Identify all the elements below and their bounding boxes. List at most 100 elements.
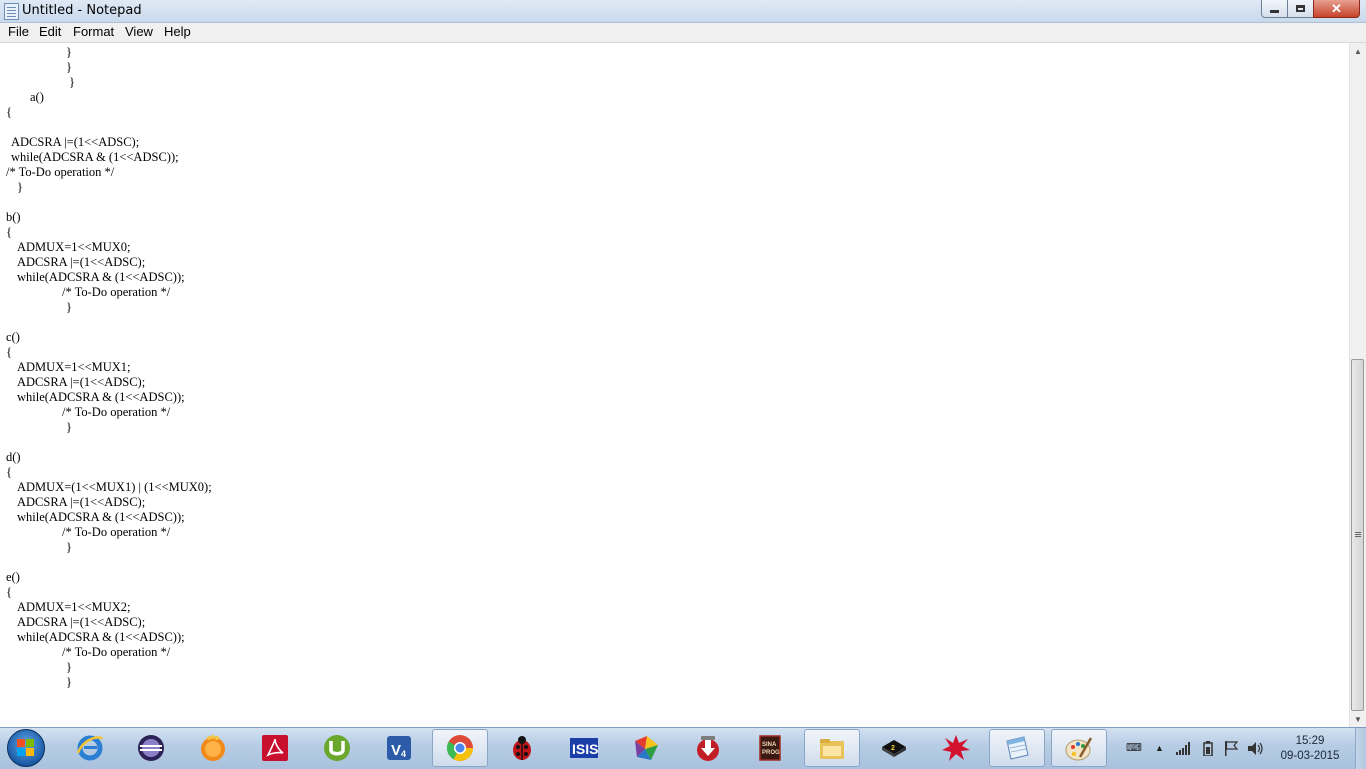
code-line: { [6, 225, 12, 239]
taskbar: V 4 ISIS SINA PROG 2 ⌨ ▲ 15:29 09-03-201… [0, 727, 1366, 769]
clock-time: 15:29 [1295, 735, 1325, 747]
minimize-button[interactable] [1261, 0, 1288, 18]
svg-text:4: 4 [401, 749, 406, 759]
window-title: Untitled - Notepad [22, 3, 142, 18]
code-line: { [6, 105, 12, 119]
code-line: ADMUX=1<<MUX2; [17, 600, 131, 614]
taskbar-colorful-app[interactable] [618, 729, 674, 767]
file-explorer-icon [820, 739, 844, 759]
downloader-icon [697, 736, 719, 761]
code-line: while(ADCSRA & (1<<ADSC)); [17, 630, 185, 644]
utorrent-icon [324, 735, 350, 761]
svg-text:PROG: PROG [762, 750, 780, 756]
system-clock[interactable]: 15:29 09-03-2015 [1270, 734, 1350, 764]
code-line: } [66, 300, 72, 314]
show-desktop-button[interactable] [1355, 728, 1366, 769]
text-editor-area[interactable]: } } } a() { ADCSRA |=(1<<ADSC); while(AD… [0, 43, 1349, 727]
visual-micro-icon: V 4 [387, 736, 411, 760]
code-line: } [66, 60, 72, 74]
code-line: } [69, 75, 75, 89]
taskbar-isis[interactable]: ISIS [556, 729, 612, 767]
code-line: { [6, 345, 12, 359]
code-line: } [17, 180, 23, 194]
scrollbar-thumb[interactable] [1351, 359, 1364, 711]
isis-icon: ISIS [570, 738, 598, 758]
code-line: while(ADCSRA & (1<<ADSC)); [17, 390, 185, 404]
taskbar-ladybug-app[interactable] [494, 729, 550, 767]
volume-icon[interactable] [1248, 741, 1264, 756]
code-line: } [66, 420, 72, 434]
code-line: ADCSRA |=(1<<ADSC); [11, 135, 140, 149]
taskbar-file-explorer[interactable] [804, 729, 860, 767]
taskbar-chip-app[interactable]: 2 [866, 729, 922, 767]
taskbar-downloader[interactable] [680, 729, 736, 767]
chip-icon: 2 [882, 740, 906, 757]
restore-icon [1296, 5, 1305, 12]
burst-icon [942, 735, 970, 761]
code-line: } [66, 675, 72, 689]
ladybug-icon [513, 736, 531, 760]
chrome-icon [446, 735, 474, 762]
colorful-app-icon [635, 736, 658, 760]
taskbar-eclipse[interactable] [123, 729, 179, 767]
close-button[interactable]: ✕ [1313, 0, 1360, 18]
code-line: /* To-Do operation */ [6, 165, 115, 179]
taskbar-notepad[interactable] [989, 729, 1045, 767]
code-line: ADCSRA |=(1<<ADSC); [17, 255, 146, 269]
code-line: { [6, 465, 12, 479]
menu-file[interactable]: File [6, 24, 31, 39]
code-line: /* To-Do operation */ [62, 645, 171, 659]
code-line: /* To-Do operation */ [62, 405, 171, 419]
scroll-up-arrow-icon[interactable]: ▲ [1350, 43, 1366, 59]
code-line: } [66, 45, 72, 59]
menu-help[interactable]: Help [162, 24, 193, 39]
code-line: { [6, 585, 12, 599]
minimize-icon [1270, 10, 1279, 13]
taskbar-utorrent[interactable] [309, 729, 365, 767]
menu-view[interactable]: View [123, 24, 155, 39]
clock-date: 09-03-2015 [1280, 750, 1340, 762]
taskbar-internet-explorer[interactable] [62, 729, 118, 767]
taskbar-adobe-reader[interactable] [247, 729, 303, 767]
notepad-icon [1006, 736, 1029, 760]
code-line: ADCSRA |=(1<<ADSC); [17, 375, 146, 389]
menu-bar: File Edit Format View Help [0, 23, 1366, 43]
sinaprog-icon: SINA PROG [759, 735, 781, 761]
scroll-down-arrow-icon[interactable]: ▼ [1350, 711, 1366, 727]
code-line: c() [6, 330, 20, 344]
code-line: e() [6, 570, 20, 584]
code-line: b() [6, 210, 21, 224]
svg-text:2: 2 [891, 745, 895, 752]
code-line: /* To-Do operation */ [62, 285, 171, 299]
taskbar-paint[interactable] [1051, 729, 1107, 767]
svg-text:ISIS: ISIS [572, 741, 598, 757]
code-line: } [66, 660, 72, 674]
code-line: ADCSRA |=(1<<ADSC); [17, 495, 146, 509]
code-line: while(ADCSRA & (1<<ADSC)); [17, 510, 185, 524]
internet-explorer-icon [76, 735, 103, 761]
taskbar-chrome[interactable] [432, 729, 488, 767]
taskbar-media-player[interactable] [185, 729, 241, 767]
vertical-scrollbar[interactable]: ▲ ▼ [1349, 43, 1366, 727]
title-bar: Untitled - Notepad ✕ [0, 0, 1366, 23]
taskbar-sinaprog[interactable]: SINA PROG [742, 729, 798, 767]
menu-format[interactable]: Format [71, 24, 116, 39]
svg-text:SINA: SINA [762, 742, 777, 748]
code-line: while(ADCSRA & (1<<ADSC)); [17, 270, 185, 284]
signal-strength-icon[interactable] [1176, 742, 1192, 755]
show-hidden-icons-icon[interactable]: ▲ [1155, 743, 1164, 753]
start-button[interactable] [3, 729, 49, 767]
windows-logo-icon [7, 729, 45, 767]
taskbar-visual-micro[interactable]: V 4 [371, 729, 427, 767]
code-line: ADMUX=(1<<MUX1) | (1<<MUX0); [17, 480, 212, 494]
maximize-button[interactable] [1287, 0, 1314, 18]
taskbar-burst-app[interactable] [928, 729, 984, 767]
code-line: /* To-Do operation */ [62, 525, 171, 539]
action-center-flag-icon[interactable] [1224, 741, 1238, 756]
keyboard-icon[interactable]: ⌨ [1126, 741, 1142, 754]
menu-edit[interactable]: Edit [37, 24, 63, 39]
paint-icon [1065, 737, 1093, 761]
scrollbar-grip-icon [1355, 532, 1361, 533]
battery-icon[interactable] [1203, 741, 1213, 756]
notepad-app-icon[interactable] [4, 3, 19, 20]
